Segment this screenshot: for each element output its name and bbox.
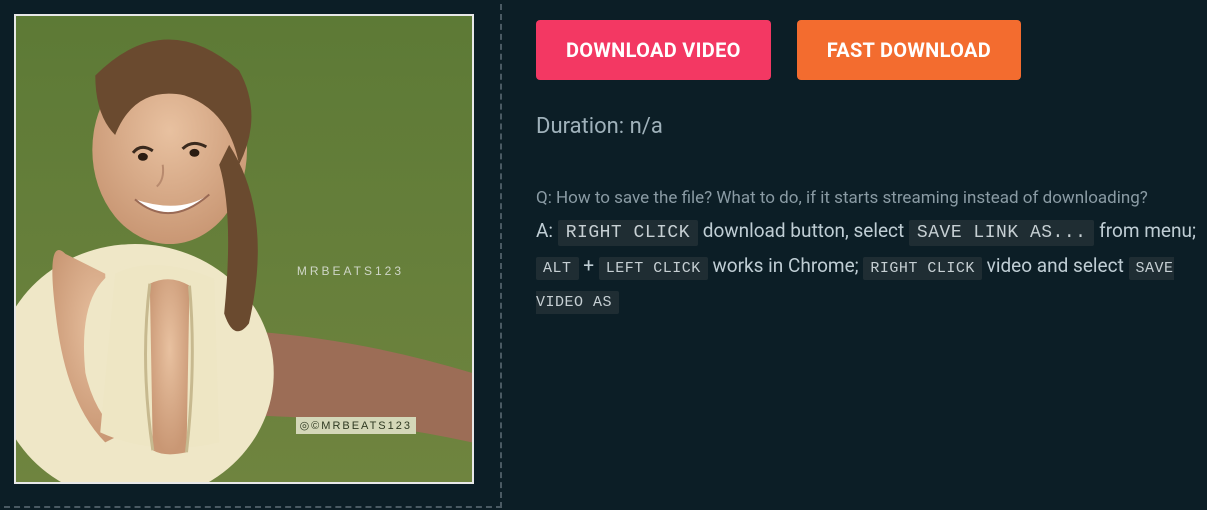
kbd-save-link-as: SAVE LINK AS... (909, 220, 1095, 246)
txt: from menu; (1094, 219, 1196, 242)
watermark-top: MRBEATS123 (297, 264, 404, 278)
fast-download-button[interactable]: FAST DOWNLOAD (797, 20, 1021, 80)
kbd-right-click: RIGHT CLICK (558, 220, 698, 246)
txt: video and select (982, 254, 1129, 277)
answer-prefix: A: (536, 219, 553, 242)
help-text: Q: How to save the file? What to do, if … (536, 183, 1196, 317)
video-thumbnail[interactable]: MRBEATS123 ◎©MRBEATS123 (14, 14, 474, 484)
help-question: Q: How to save the file? What to do, if … (536, 183, 1196, 214)
thumbnail-frame: MRBEATS123 ◎©MRBEATS123 (4, 4, 502, 508)
kbd-alt: ALT (536, 257, 579, 280)
kbd-left-click: LEFT CLICK (599, 257, 708, 280)
kbd-right-click-2: RIGHT CLICK (863, 257, 982, 280)
txt: + (579, 254, 599, 277)
button-row: DOWNLOAD VIDEO FAST DOWNLOAD (536, 20, 1207, 80)
download-video-button[interactable]: DOWNLOAD VIDEO (536, 20, 771, 80)
txt: works in Chrome; (708, 254, 864, 277)
details-panel: DOWNLOAD VIDEO FAST DOWNLOAD Duration: n… (502, 0, 1207, 510)
duration-label: Duration: n/a (536, 114, 1207, 139)
txt: download button, select (698, 219, 909, 242)
watermark-bottom: ◎©MRBEATS123 (296, 417, 416, 434)
help-answer: A: RIGHT CLICK download button, select S… (536, 214, 1196, 318)
